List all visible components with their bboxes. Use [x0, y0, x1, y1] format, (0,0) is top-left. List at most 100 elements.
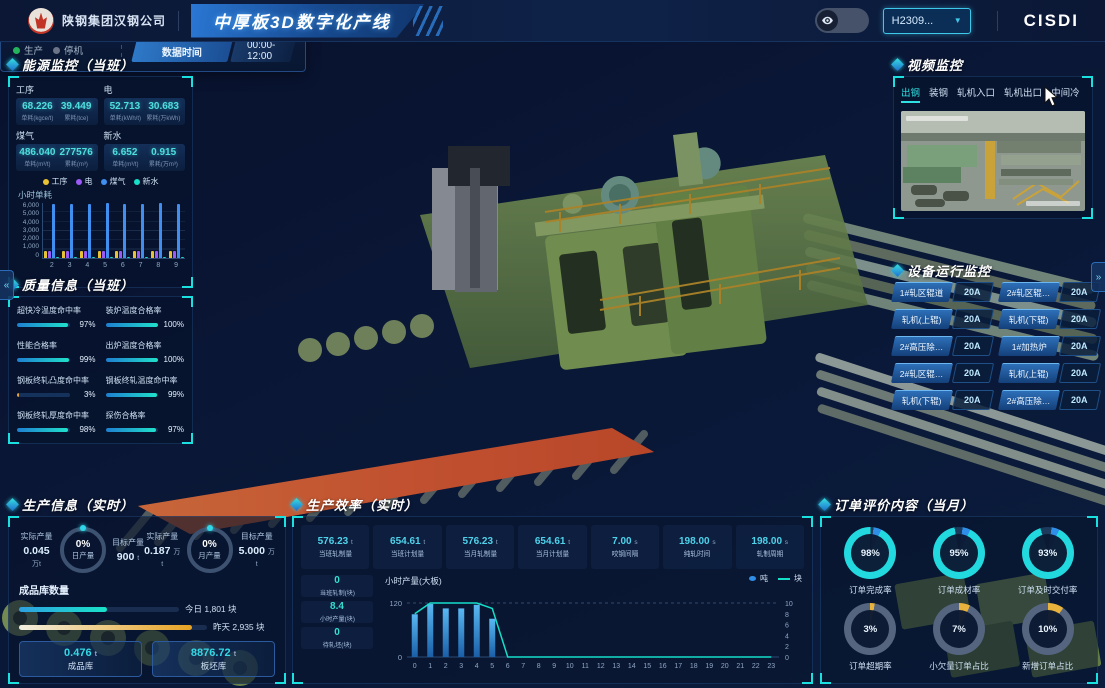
svg-text:21: 21: [736, 663, 744, 670]
order-donut: 7%小欠量订单占比: [916, 603, 1003, 673]
efficiency-panel-title: 生产效率（实时）: [306, 495, 418, 514]
orders-panel: 订单评价内容（当月） 98%订单完成率95%订单成材率93%订单及时交付率3%订…: [820, 496, 1098, 684]
divider: [997, 11, 998, 31]
equipment-item: 1#轧区辊道20A: [893, 282, 992, 302]
svg-text:12: 12: [597, 663, 605, 670]
svg-text:9: 9: [552, 663, 556, 670]
video-panel: 视频监控 出钢装钢轧机入口轧机出口中间冷电动辊: [893, 56, 1093, 219]
finished-stock-card: 0.476 t 成品库: [19, 641, 142, 677]
inventory-title: 成品库数量: [19, 582, 275, 597]
video-tab-3[interactable]: 轧机入口: [957, 85, 995, 103]
monthly-output-group: 实际产量 0.187 万t 0% 月产量 目标产量 5.000 万t: [144, 527, 275, 573]
quality-metric: 探伤合格率97%: [106, 410, 185, 437]
video-tab-4[interactable]: 轧机出口: [1004, 85, 1042, 103]
energy-card-water: 新水 6.652单耗(m³/t)0.915累耗(万m³): [104, 129, 186, 171]
order-donut-grid: 98%订单完成率95%订单成材率93%订单及时交付率3%订单超期率7%小欠量订单…: [820, 516, 1098, 684]
right-panel-collapse-handle[interactable]: »: [1091, 262, 1105, 292]
efficiency-stat-card: 198.00 s轧制周期: [736, 525, 804, 569]
quality-panel-title: 质量信息（当班）: [22, 275, 134, 294]
efficiency-stat-card: 654.61 t当月计划量: [518, 525, 586, 569]
quality-metric: 钢板终轧凸度命中率3%: [17, 375, 96, 402]
cctv-still-image: [901, 111, 1085, 211]
energy-panel-title: 能源监控（当班）: [22, 55, 134, 74]
camera-timestamp-overlay: [906, 116, 968, 121]
efficiency-side-card: 0待轧坯(块): [301, 627, 373, 649]
equipment-item: 轧机(下辊)20A: [1000, 309, 1099, 329]
app-title-plate: 中厚板3D数字化产线: [191, 4, 425, 38]
svg-text:3: 3: [459, 663, 463, 670]
energy-metric-grid: 工序 68.226单耗(kgce/t)39.449累耗(tce) 电 52.71…: [16, 83, 185, 171]
cisdi-logo: CISDI: [1024, 11, 1079, 31]
svg-text:11: 11: [582, 663, 589, 670]
energy-chart-y-axis: 6,0005,0004,0003,0002,0001,0000: [16, 203, 42, 259]
video-tab-5[interactable]: 中间冷: [1051, 85, 1080, 103]
efficiency-panel: 生产效率（实时） 576.23 t当班轧制量654.61 t当班计划量576.2…: [292, 496, 813, 684]
panel-diamond-icon: [818, 498, 831, 511]
energy-card-process: 工序 68.226单耗(kgce/t)39.449累耗(tce): [16, 83, 98, 125]
efficiency-side-card: 0当班轧制(块): [301, 575, 373, 597]
svg-text:10: 10: [785, 601, 793, 608]
equipment-item: 轧机(上辊)20A: [1000, 363, 1099, 383]
svg-text:0: 0: [785, 655, 789, 662]
panel-diamond-icon: [891, 58, 904, 71]
equipment-panel-title: 设备运行监控: [907, 261, 991, 280]
video-tab-1[interactable]: 出钢: [901, 85, 920, 103]
order-donut: 10%新增订单占比: [1004, 603, 1091, 673]
inventory-bar-today: 今日 1,801 块: [19, 603, 275, 615]
daily-output-gauge: 0% 日产量: [60, 527, 106, 573]
energy-card-electricity: 电 52.713单耗(kWh/t)30.683累耗(万kWh): [104, 83, 186, 125]
equipment-item: 1#加热炉20A: [1000, 336, 1099, 356]
svg-text:0: 0: [398, 653, 402, 662]
left-panel-collapse-handle[interactable]: «: [0, 270, 14, 300]
svg-text:8: 8: [537, 663, 541, 670]
order-donut: 93%订单及时交付率: [1004, 527, 1091, 597]
energy-card-gas: 煤气 486.040单耗(m³/t)277576累耗(m³): [16, 129, 98, 171]
inventory-bar-yesterday: 昨天 2,935 块: [19, 621, 275, 633]
efficiency-stat-card: 7.00 s咬钢间隔: [591, 525, 659, 569]
svg-text:0: 0: [413, 663, 417, 670]
svg-text:6: 6: [785, 623, 789, 630]
equipment-item: 2#高压除…20A: [893, 336, 992, 356]
svg-text:2: 2: [785, 644, 789, 651]
line-selector-value: H2309...: [892, 15, 934, 27]
quality-metric: 超快冷温度命中率97%: [17, 305, 96, 332]
dashboard-root: 陕钢集团汉钢公司 中厚板3D数字化产线 H2309... ▼ CISDI 能源监…: [0, 0, 1105, 688]
video-tab-2[interactable]: 装钢: [929, 85, 948, 103]
svg-text:7: 7: [521, 663, 525, 670]
svg-text:19: 19: [705, 663, 713, 670]
efficiency-stat-card: 576.23 t当班轧制量: [301, 525, 369, 569]
equipment-item: 轧机(上辊)20A: [893, 309, 992, 329]
svg-text:6: 6: [506, 663, 510, 670]
quality-panel: 质量信息（当班） 超快冷温度命中率97%装炉温度合格率100%性能合格率99%出…: [8, 276, 193, 444]
svg-text:17: 17: [674, 663, 682, 670]
svg-text:22: 22: [752, 663, 760, 670]
line-selector-dropdown[interactable]: H2309... ▼: [883, 8, 971, 34]
svg-text:10: 10: [566, 663, 574, 670]
orders-panel-title: 订单评价内容（当月）: [834, 495, 974, 514]
order-donut: 95%订单成材率: [916, 527, 1003, 597]
eye-icon: [817, 10, 838, 31]
monthly-output-gauge: 0% 月产量: [187, 527, 233, 573]
daily-output-group: 实际产量 0.045 万t 0% 日产量 目标产量 900 t: [19, 527, 144, 573]
svg-text:8: 8: [785, 612, 789, 619]
quality-metric: 钢板终轧温度命中率99%: [106, 375, 185, 402]
chevron-down-icon: ▼: [954, 16, 962, 25]
panel-diamond-icon: [6, 58, 19, 71]
equipment-item: 2#轧区辊…20A: [1000, 282, 1099, 302]
quality-metric: 钢板终轧厚度命中率98%: [17, 410, 96, 437]
equipment-item: 2#高压除…20A: [1000, 390, 1099, 410]
hourly-output-chart: 小时产量(大板) 吨 块 012345678910111213141516171…: [381, 575, 804, 649]
panel-diamond-icon: [290, 498, 303, 511]
production-panel-title: 生产信息（实时）: [22, 495, 134, 514]
svg-text:4: 4: [785, 633, 789, 640]
cctv-video-feed[interactable]: [901, 111, 1085, 211]
video-camera-tabs: 出钢装钢轧机入口轧机出口中间冷电动辊: [901, 85, 1085, 103]
data-time-value: 00:00-12:00: [230, 40, 295, 62]
svg-text:16: 16: [659, 663, 667, 670]
visibility-toggle[interactable]: [815, 8, 869, 33]
svg-text:1: 1: [428, 663, 432, 670]
svg-text:15: 15: [643, 663, 651, 670]
quality-metric-grid: 超快冷温度命中率97%装炉温度合格率100%性能合格率99%出炉温度合格率100…: [8, 296, 193, 444]
efficiency-side-card: 8.4小时产量(块): [301, 601, 373, 623]
efficiency-stat-card: 654.61 t当班计划量: [373, 525, 441, 569]
